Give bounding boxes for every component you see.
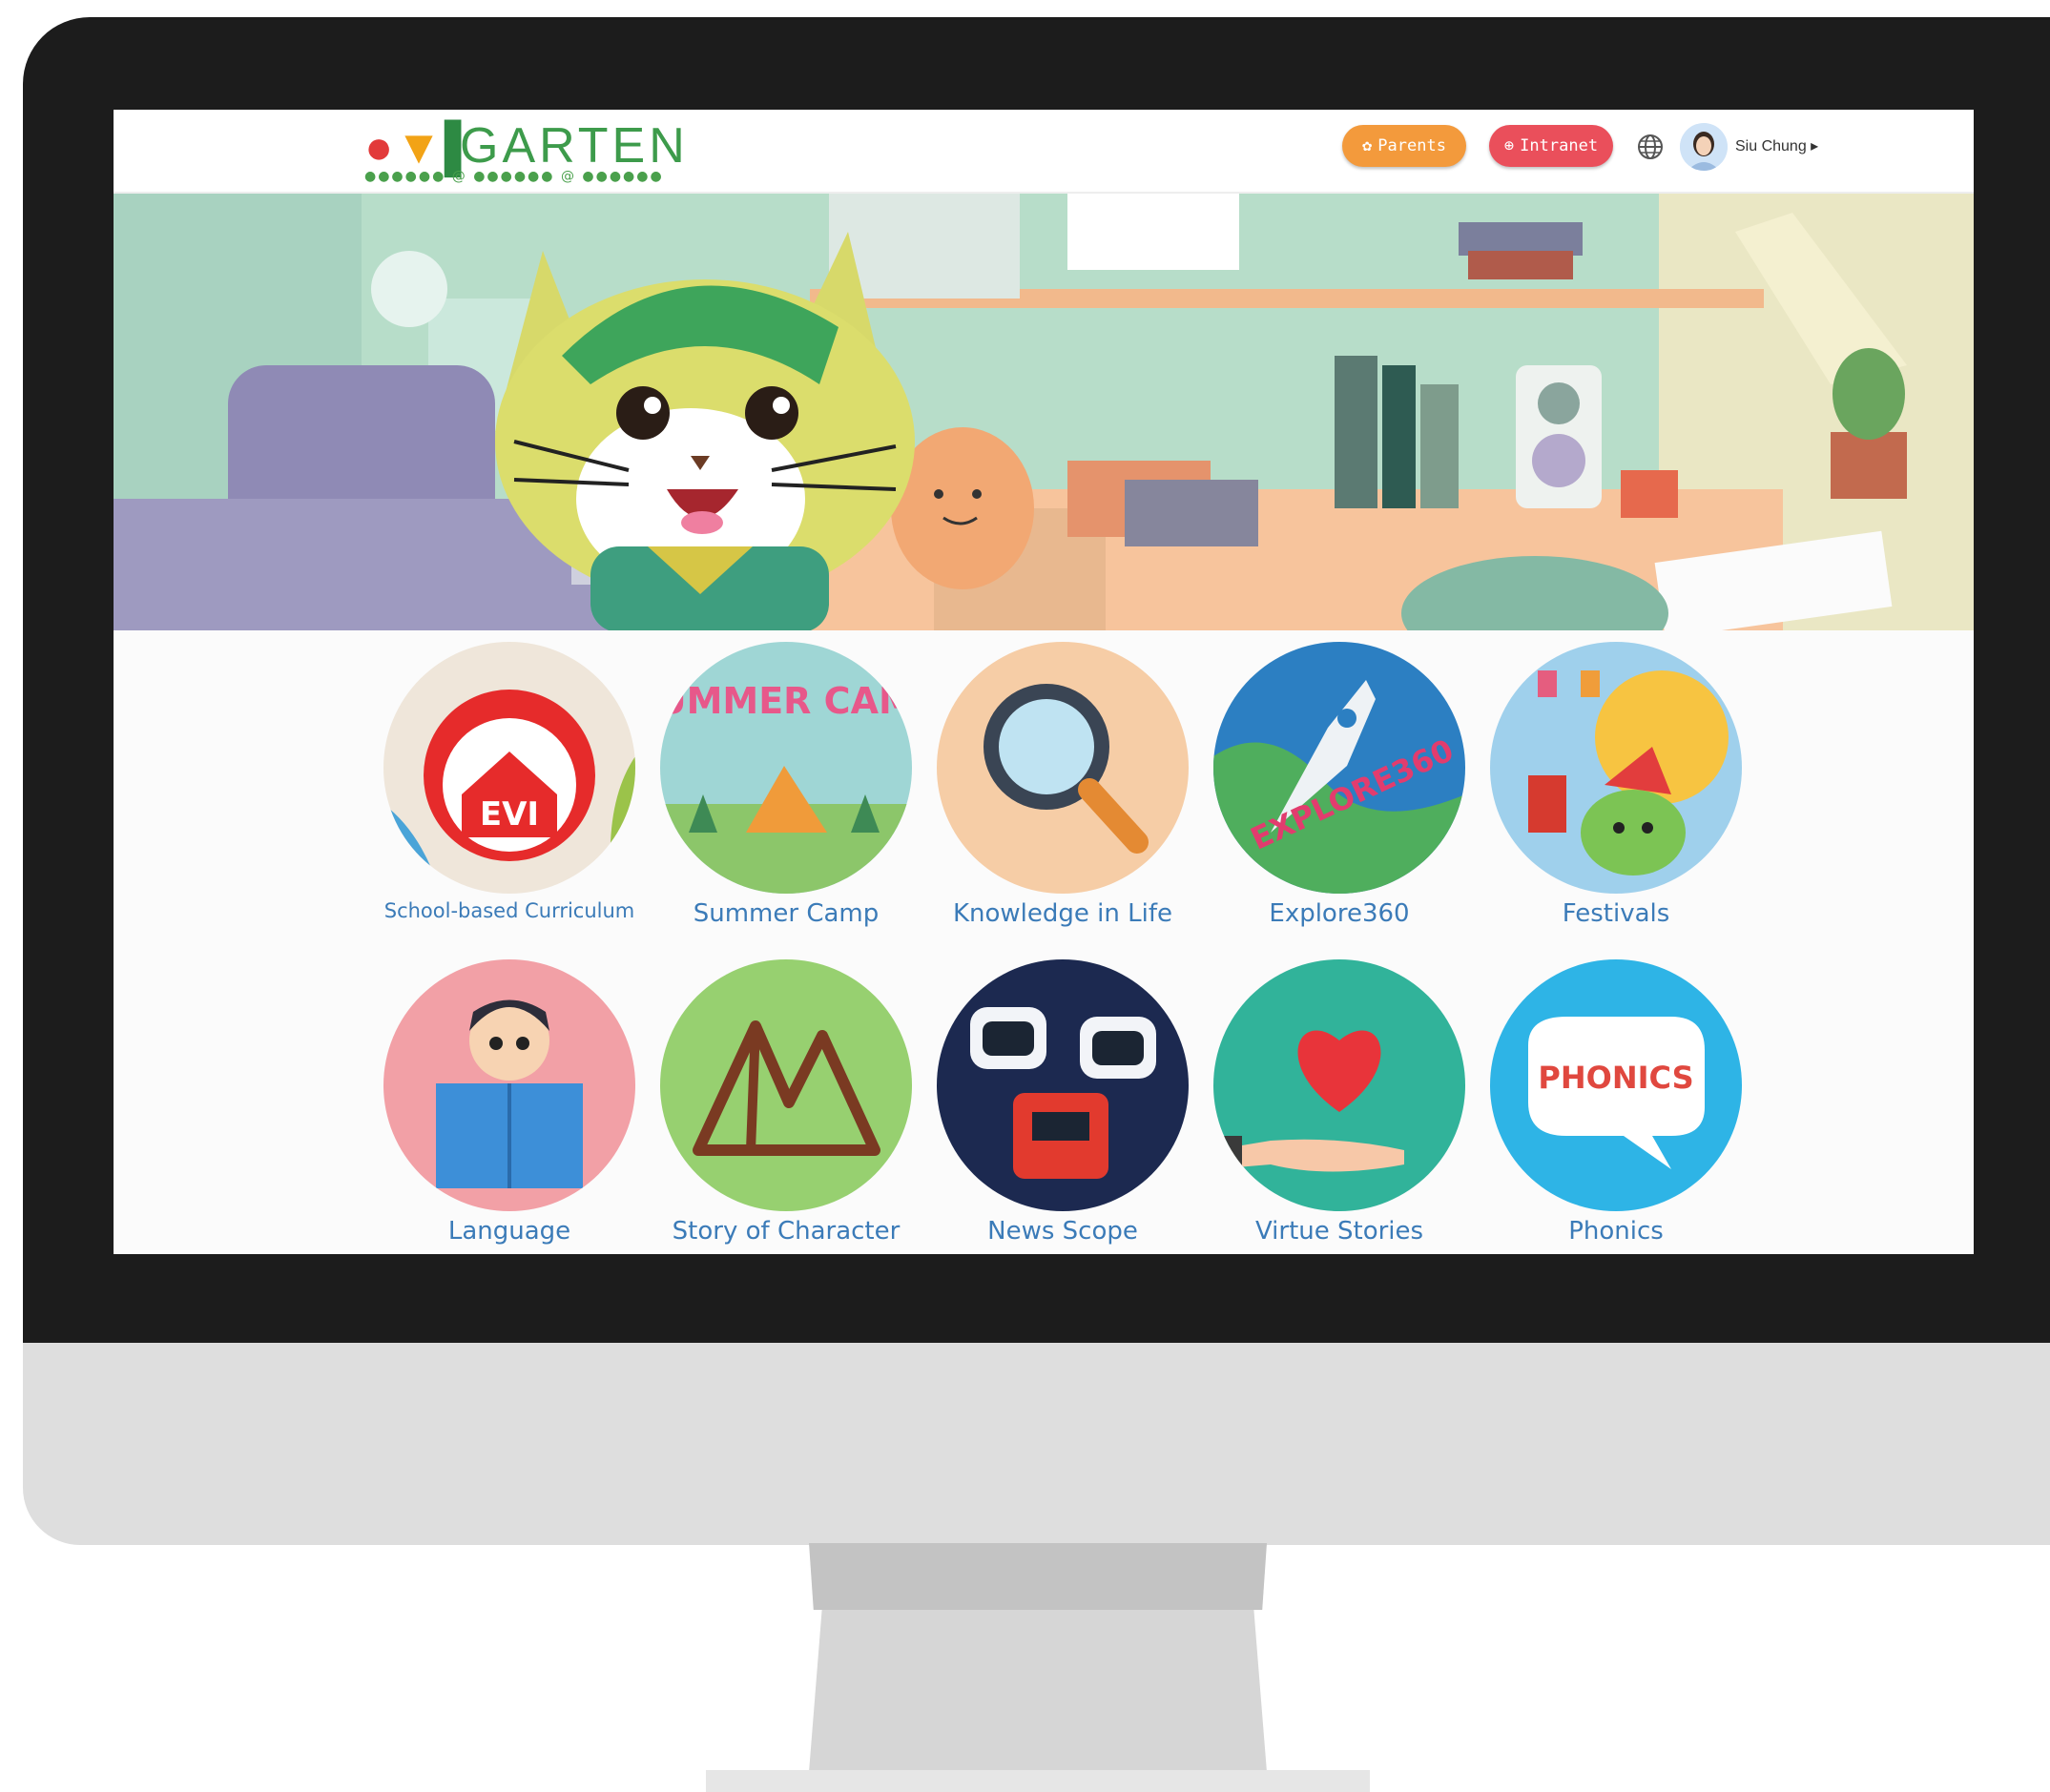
tile-label: Phonics <box>1568 1217 1664 1246</box>
svg-text:EVI: EVI <box>480 795 539 834</box>
tile-label: Story of Character <box>672 1217 901 1246</box>
globe-icon[interactable] <box>1636 133 1665 161</box>
user-name: Siu Chung <box>1735 138 1807 154</box>
hero-banner <box>114 194 1974 630</box>
tile-festivals[interactable]: Festivals <box>1482 642 1750 928</box>
intranet-label: Intranet <box>1520 136 1599 155</box>
tile-virtue-stories[interactable]: Virtue Stories <box>1206 959 1473 1246</box>
speech-bubble-icon: PHONICS <box>1490 959 1742 1211</box>
heart-hand-icon <box>1213 959 1465 1211</box>
parents-icon: ✿ <box>1362 136 1373 155</box>
parents-label: Parents <box>1377 136 1446 155</box>
tile-summer-camp[interactable]: SUMMER CAMP Summer Camp <box>652 642 920 928</box>
mountains-icon <box>660 959 912 1211</box>
monitor-base <box>706 1770 1370 1792</box>
tile-label: Festivals <box>1562 899 1670 928</box>
tile-explore360[interactable]: EXPLORE360 Explore360 <box>1206 642 1473 928</box>
monitor-chin <box>23 1343 2050 1545</box>
tile-label: Virtue Stories <box>1254 1217 1424 1246</box>
globe-small-icon: ⊕ <box>1503 136 1515 155</box>
logo-dots: ●●●●●● @ ●●●●●● @ ●●●●●● <box>364 169 664 184</box>
tile-label: Explore360 <box>1269 899 1410 928</box>
tile-school-based-curriculum[interactable]: EVI School-based Curriculum <box>376 642 643 922</box>
site-logo[interactable]: ●▼▌ GARTEN ●●●●●● @ ●●●●●● @ ●●●●●● <box>364 115 685 184</box>
tile-label: Language <box>447 1217 571 1246</box>
monitor-stand-shadow <box>809 1543 1267 1610</box>
summer-camp-art-text: SUMMER CAMP <box>660 680 912 722</box>
summer-camp-icon: SUMMER CAMP <box>660 642 912 894</box>
lantern-festival-icon <box>1490 642 1742 894</box>
tile-story-of-character[interactable]: Story of Character <box>652 959 920 1246</box>
boy-reading-icon <box>383 959 635 1211</box>
top-bar: ●▼▌ GARTEN ●●●●●● @ ●●●●●● @ ●●●●●● ✿ Pa… <box>114 110 1974 194</box>
intranet-button[interactable]: ⊕ Intranet <box>1489 125 1613 167</box>
caret-right-icon: ▸ <box>1811 138 1819 154</box>
tile-label: Summer Camp <box>693 899 880 928</box>
tile-news-scope[interactable]: News Scope <box>929 959 1196 1246</box>
tile-label: News Scope <box>987 1217 1138 1246</box>
screen: ●▼▌ GARTEN ●●●●●● @ ●●●●●● @ ●●●●●● ✿ Pa… <box>114 110 1974 1254</box>
logo-wordmark: GARTEN <box>460 118 689 174</box>
user-menu[interactable]: Siu Chung ▸ <box>1735 136 1818 155</box>
magnifier-icon <box>937 642 1189 894</box>
tile-language[interactable]: Language <box>376 959 643 1246</box>
phonics-art-text: PHONICS <box>1538 1060 1693 1096</box>
tile-label: School-based Curriculum <box>383 899 635 922</box>
avatar[interactable] <box>1680 123 1728 171</box>
rocket-globe-icon: EXPLORE360 <box>1213 642 1465 894</box>
robots-icon <box>937 959 1189 1211</box>
parents-button[interactable]: ✿ Parents <box>1342 125 1466 167</box>
tile-knowledge-in-life[interactable]: Knowledge in Life <box>929 642 1196 928</box>
category-grid: EVI School-based Curriculum SUMMER CAMP … <box>114 630 1974 1254</box>
tile-phonics[interactable]: PHONICS Phonics <box>1482 959 1750 1246</box>
tile-label: Knowledge in Life <box>952 899 1172 928</box>
evi-house-icon: EVI <box>383 642 635 894</box>
